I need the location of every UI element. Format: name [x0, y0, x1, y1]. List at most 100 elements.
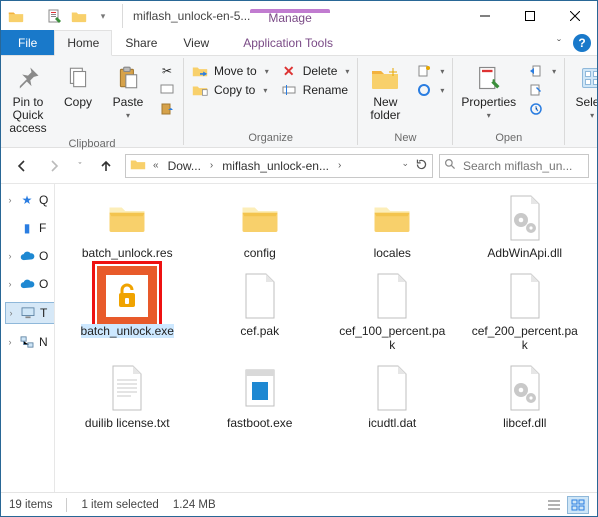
- file-label: cef_100_percent.pak: [336, 324, 448, 352]
- exe-icon: [228, 360, 292, 416]
- copy-path-button[interactable]: [155, 81, 179, 99]
- title-folder-name: miflash_unlock-en-5...: [133, 9, 250, 23]
- search-box[interactable]: [439, 154, 589, 178]
- file-item[interactable]: cef.pak: [194, 262, 327, 354]
- edit-button[interactable]: [524, 81, 560, 99]
- search-input[interactable]: [461, 158, 584, 174]
- edit-icon: [528, 82, 544, 98]
- file-item[interactable]: AdbWinApi.dll: [459, 184, 592, 262]
- navigation-pane[interactable]: ›★Q ▮F ›O ›O ›T ›N: [1, 184, 55, 492]
- recent-locations-button[interactable]: ˇ: [73, 153, 87, 179]
- paste-button[interactable]: Paste: [105, 60, 151, 122]
- qat-properties-icon[interactable]: [46, 7, 64, 25]
- move-to-button[interactable]: Move to▾: [188, 62, 273, 80]
- easy-access-button[interactable]: ▾: [412, 81, 448, 99]
- copy-button[interactable]: Copy: [55, 60, 101, 111]
- ribbon-collapse-icon[interactable]: ˇ: [551, 33, 567, 55]
- open-button[interactable]: ▾: [524, 62, 560, 80]
- rename-button[interactable]: Rename: [277, 81, 354, 99]
- copy-path-icon: [159, 82, 175, 98]
- file-item[interactable]: icudtl.dat: [326, 354, 459, 432]
- file-item[interactable]: locales: [326, 184, 459, 262]
- copy-to-button[interactable]: Copy to▾: [188, 81, 273, 99]
- new-item-button[interactable]: ▾: [412, 62, 448, 80]
- tab-application-tools[interactable]: Application Tools: [230, 30, 346, 55]
- breadcrumb-downloads[interactable]: Dow...: [166, 159, 203, 173]
- refresh-icon[interactable]: [415, 158, 428, 174]
- tab-share[interactable]: Share: [112, 30, 170, 55]
- details-view-button[interactable]: [543, 496, 565, 514]
- chevron-right-icon[interactable]: ›: [207, 160, 216, 171]
- tree-quick-access[interactable]: ›★Q: [5, 190, 52, 210]
- properties-button[interactable]: Properties: [457, 60, 520, 122]
- tab-file[interactable]: File: [1, 30, 54, 55]
- breadcrumb-current[interactable]: miflash_unlock-en...: [220, 159, 331, 173]
- history-button[interactable]: [524, 100, 560, 118]
- file-item[interactable]: config: [194, 184, 327, 262]
- delete-button[interactable]: ✕Delete▾: [277, 62, 354, 80]
- window-title: miflash_unlock-en-5...: [127, 1, 256, 31]
- chevron-right-icon[interactable]: «: [150, 160, 162, 171]
- file-label: fastboot.exe: [227, 416, 292, 430]
- file-item[interactable]: libcef.dll: [459, 354, 592, 432]
- history-icon: [528, 101, 544, 117]
- folder-icon: [360, 190, 424, 246]
- back-button[interactable]: [9, 153, 35, 179]
- app-icon: [7, 7, 25, 25]
- icons-view-button[interactable]: [567, 496, 589, 514]
- file-item[interactable]: fastboot.exe: [194, 354, 327, 432]
- help-icon[interactable]: ?: [573, 34, 591, 52]
- body: ›★Q ▮F ›O ›O ›T ›N batch_unlock.resconfi…: [1, 184, 597, 492]
- group-label-open: Open: [457, 131, 560, 145]
- paste-icon: [112, 62, 144, 94]
- new-folder-button[interactable]: New folder: [362, 60, 408, 124]
- item-count: 19 items: [9, 499, 52, 511]
- qat-dropdown-icon[interactable]: ▾: [94, 7, 112, 25]
- selection-count: 1 item selected: [81, 499, 158, 511]
- file-label: locales: [374, 246, 411, 260]
- star-icon: ★: [19, 192, 35, 208]
- manage-context-pill: Manage: [256, 9, 323, 31]
- titlebar: ▾ miflash_unlock-en-5... Manage: [1, 1, 597, 31]
- folder-icon: [228, 190, 292, 246]
- tab-home[interactable]: Home: [54, 30, 112, 56]
- file-item[interactable]: cef_200_percent.pak: [459, 262, 592, 354]
- selection-size: 1.24 MB: [173, 499, 216, 511]
- maximize-button[interactable]: [507, 1, 552, 31]
- select-button[interactable]: Select: [569, 60, 598, 122]
- tab-view[interactable]: View: [170, 30, 222, 55]
- group-label-new: New: [362, 131, 448, 145]
- tree-onedrive-2[interactable]: ›O: [5, 274, 52, 294]
- up-button[interactable]: [93, 153, 119, 179]
- cut-button[interactable]: ✂: [155, 62, 179, 80]
- ribbon-tabstrip: File Home Share View Application Tools ˇ…: [1, 31, 597, 56]
- file-item[interactable]: cef_100_percent.pak: [326, 262, 459, 354]
- tree-item[interactable]: ▮F: [5, 218, 52, 238]
- file-item[interactable]: batch_unlock.exe: [61, 262, 194, 354]
- close-button[interactable]: [552, 1, 597, 31]
- tree-network[interactable]: ›N: [5, 332, 52, 352]
- chevron-right-icon[interactable]: ›: [335, 160, 344, 171]
- search-icon: [444, 158, 457, 174]
- minimize-button[interactable]: [462, 1, 507, 31]
- cloud-icon: [19, 248, 35, 264]
- address-bar[interactable]: « Dow... › miflash_unlock-en... › ⌄: [125, 154, 433, 178]
- pin-to-quick-access-button[interactable]: Pin to Quick access: [5, 60, 51, 137]
- pin-icon: [12, 62, 44, 94]
- qat-newfolder-icon[interactable]: [70, 7, 88, 25]
- manage-label: Manage: [256, 9, 323, 29]
- file-label: cef.pak: [240, 324, 279, 338]
- paste-shortcut-button[interactable]: [155, 100, 179, 118]
- tree-onedrive[interactable]: ›O: [5, 246, 52, 266]
- file-item[interactable]: batch_unlock.res: [61, 184, 194, 262]
- file-list[interactable]: batch_unlock.resconfig locales AdbWinApi.d…: [55, 184, 597, 492]
- file-label: icudtl.dat: [368, 416, 416, 430]
- forward-button[interactable]: [41, 153, 67, 179]
- file-label: config: [244, 246, 276, 260]
- address-dropdown-icon[interactable]: ⌄: [401, 158, 409, 174]
- tree-this-pc[interactable]: ›T: [5, 302, 55, 324]
- file-item[interactable]: duilib license.txt: [61, 354, 194, 432]
- status-bar: 19 items 1 item selected 1.24 MB: [1, 492, 597, 516]
- view-switcher: [543, 496, 589, 514]
- pc-icon: [20, 305, 36, 321]
